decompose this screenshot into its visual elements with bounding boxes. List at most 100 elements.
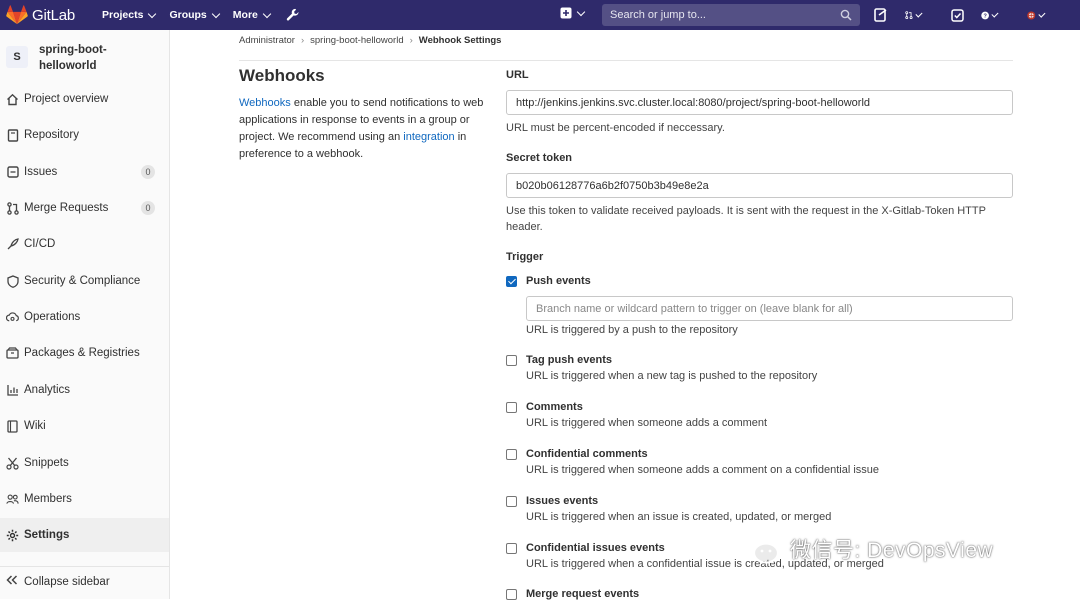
watermark-text: 微信号: DevOpsView (790, 539, 994, 562)
search-placeholder: Search or jump to... (610, 9, 706, 21)
chevron-down-icon (262, 9, 272, 18)
confidential-comments-checkbox[interactable] (506, 449, 517, 460)
trigger-title: Issues events (526, 495, 599, 507)
trigger-title: Push events (526, 275, 591, 287)
sidebar-item-label: Settings (24, 529, 70, 541)
chevron-down-icon (211, 9, 221, 18)
sidebar-item-label: CI/CD (24, 238, 56, 250)
rocket-icon (6, 237, 19, 251)
webhooks-description: Webhooks enable you to send notification… (239, 95, 484, 163)
help-icon[interactable]: ? (981, 7, 999, 23)
project-header[interactable]: S spring-boot-helloworld (0, 30, 169, 82)
sidebar-item-security-compliance[interactable]: Security & Compliance (0, 266, 169, 296)
home-icon (6, 93, 19, 106)
gear-icon (6, 529, 19, 542)
trigger-title: Tag push events (526, 354, 612, 366)
sidebar-item-label: Security & Compliance (24, 275, 141, 287)
page-title: Webhooks (239, 66, 325, 85)
trigger-issues-events: Issues events URL is triggered when an is… (506, 494, 831, 526)
merge-request-events-checkbox[interactable] (506, 589, 517, 600)
top-navbar: GitLab Projects Groups More Search or ju… (0, 0, 1080, 30)
trigger-confidential-comments: Confidential comments URL is triggered wh… (506, 447, 879, 479)
brand-name: GitLab (32, 6, 75, 24)
sidebar-item-issues[interactable]: Issues 0 (0, 157, 169, 187)
trigger-title: Comments (526, 401, 583, 413)
sidebar-item-label: Operations (24, 311, 81, 323)
nav-projects-dropdown[interactable]: Projects (102, 9, 157, 21)
book-icon (6, 128, 19, 142)
chevron-down-icon (1037, 10, 1045, 17)
sidebar-item-label: Analytics (24, 384, 71, 396)
trigger-comments: Comments URL is triggered when someone ad… (506, 400, 767, 432)
avatar (1027, 11, 1036, 19)
sidebar-item-analytics[interactable]: Analytics (0, 375, 169, 405)
breadcrumb-current[interactable]: Webhook Settings (419, 35, 502, 46)
sidebar-item-members[interactable]: Members (0, 484, 169, 514)
cloud-gear-icon (6, 311, 19, 324)
sidebar-item-operations[interactable]: Operations (0, 302, 169, 332)
sidebar-item-snippets[interactable]: Snippets (0, 448, 169, 478)
merge-requests-nav-icon[interactable] (905, 7, 923, 23)
trigger-title: Confidential comments (526, 448, 648, 460)
wechat-watermark: 微信号: DevOpsView (734, 532, 993, 566)
chevron-down-icon (991, 10, 999, 17)
sidebar-item-ci-cd[interactable]: CI/CD (0, 229, 169, 259)
issues-icon (6, 166, 19, 179)
trigger-push-events: Push events (506, 274, 591, 289)
tag-push-events-checkbox[interactable] (506, 355, 517, 366)
sidebar-item-label: Issues (24, 166, 58, 178)
sidebar-item-settings[interactable]: Settings (0, 518, 169, 552)
project-name: spring-boot-helloworld (39, 44, 107, 72)
new-item-dropdown[interactable] (560, 7, 586, 19)
sidebar-item-label: Wiki (24, 420, 46, 432)
collapse-sidebar-button[interactable]: Collapse sidebar (0, 566, 169, 596)
merge-requests-count-badge: 0 (141, 201, 155, 215)
url-help-text: URL must be percent-encoded if neccessar… (506, 122, 725, 134)
search-icon (840, 9, 852, 21)
breadcrumb-administrator[interactable]: Administrator (239, 35, 295, 46)
project-avatar: S (6, 46, 28, 68)
issues-count-badge: 0 (141, 165, 155, 179)
gitlab-home-link[interactable]: GitLab (6, 5, 88, 25)
gitlab-logo-icon (6, 5, 28, 25)
wechat-logo-icon (736, 533, 780, 564)
plus-square-icon (560, 7, 572, 19)
chart-icon (6, 384, 19, 397)
sidebar-item-label: Packages & Registries (24, 347, 140, 359)
sidebar-item-label: Project overview (24, 93, 109, 105)
sidebar-item-wiki[interactable]: Wiki (0, 411, 169, 441)
nav-more-dropdown[interactable]: More (233, 9, 272, 21)
branch-filter-input[interactable]: Branch name or wildcard pattern to trigg… (526, 296, 1013, 321)
admin-wrench-icon[interactable] (286, 8, 300, 22)
url-input[interactable]: http://jenkins.jenkins.svc.cluster.local… (506, 90, 1013, 115)
integration-docs-link[interactable]: integration (403, 131, 454, 143)
webhooks-docs-link[interactable]: Webhooks (239, 97, 291, 109)
breadcrumb: Administrator › spring-boot-helloworld ›… (239, 35, 501, 46)
trigger-description: URL is triggered when someone adds a com… (526, 464, 880, 476)
sidebar-item-project-overview[interactable]: Project overview (0, 84, 169, 114)
chevron-right-icon: › (300, 35, 305, 46)
issues-events-checkbox[interactable] (506, 496, 517, 507)
issues-nav-icon[interactable] (951, 7, 967, 23)
breadcrumb-project[interactable]: spring-boot-helloworld (310, 35, 403, 46)
nav-groups-dropdown[interactable]: Groups (169, 9, 221, 21)
sidebar-item-repository[interactable]: Repository (0, 120, 169, 150)
url-label: URL (506, 69, 529, 81)
user-avatar-dropdown[interactable] (1027, 7, 1045, 23)
secret-token-label: Secret token (506, 152, 573, 164)
sidebar-item-packages-registries[interactable]: Packages & Registries (0, 338, 169, 368)
trigger-title: Merge request events (526, 588, 640, 600)
trigger-description: URL is triggered when someone adds a com… (526, 417, 768, 429)
push-events-checkbox[interactable] (506, 276, 517, 287)
secret-token-input[interactable]: b020b06128776a6b2f0750b3b49e8e2a (506, 173, 1013, 198)
project-sidebar: S spring-boot-helloworld Project overvie… (0, 30, 170, 599)
sidebar-item-merge-requests[interactable]: Merge Requests 0 (0, 193, 169, 223)
search-input[interactable]: Search or jump to... (602, 4, 860, 26)
confidential-issues-events-checkbox[interactable] (506, 543, 517, 554)
collapse-sidebar-label: Collapse sidebar (24, 575, 110, 588)
comments-checkbox[interactable] (506, 402, 517, 413)
package-icon (6, 347, 19, 360)
trigger-description: URL is triggered when a new tag is pushe… (526, 370, 818, 382)
trigger-description: URL is triggered by a push to the reposi… (526, 324, 738, 336)
todo-icon[interactable] (874, 7, 890, 23)
